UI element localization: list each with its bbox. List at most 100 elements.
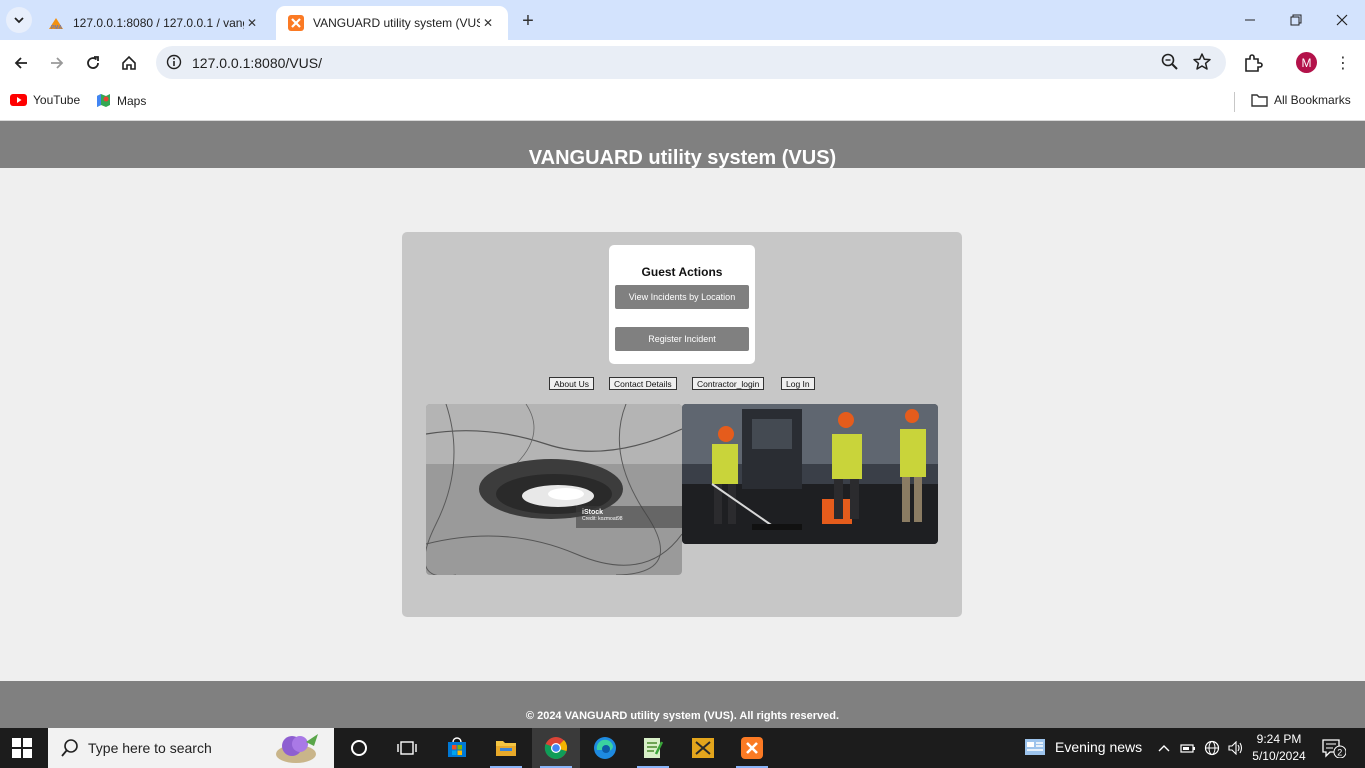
back-button[interactable]	[7, 49, 35, 77]
store-button[interactable]	[433, 728, 481, 768]
tab-phpmyadmin[interactable]: PMA 127.0.0.1:8080 / 127.0.0.1 / vanguar…	[36, 6, 272, 40]
notification-count: 2	[1337, 748, 1342, 758]
notepad-button[interactable]	[629, 728, 677, 768]
new-tab-button[interactable]: +	[516, 9, 540, 33]
tab-vus[interactable]: VANGUARD utility system (VUS) ✕	[276, 6, 508, 40]
pothole-photo: iStock Credit: kozmoat98	[426, 404, 682, 575]
close-icon[interactable]: ✕	[480, 15, 496, 31]
reload-icon	[87, 56, 99, 69]
about-us-button[interactable]: About Us	[549, 377, 594, 390]
bookmarks-separator	[1234, 92, 1235, 112]
home-button[interactable]	[115, 49, 143, 77]
contact-details-button[interactable]: Contact Details	[609, 377, 677, 390]
guest-actions-box: Guest Actions View Incidents by Location…	[609, 245, 755, 364]
folder-icon	[1251, 93, 1268, 107]
home-icon	[122, 55, 136, 70]
notepad-icon	[644, 738, 664, 758]
bookmark-label: Maps	[117, 93, 147, 108]
bookmark-maps[interactable]: Maps	[96, 93, 146, 108]
battery-icon[interactable]	[1179, 740, 1197, 756]
bookmarks-bar: YouTube Maps All Bookmarks	[0, 85, 1365, 121]
chevron-down-icon	[14, 17, 24, 24]
news-label: Evening news	[1055, 739, 1143, 755]
filezilla-button[interactable]	[679, 728, 727, 768]
taskbar-search[interactable]: Type here to search	[48, 728, 334, 768]
tab-strip: PMA 127.0.0.1:8080 / 127.0.0.1 / vanguar…	[0, 0, 1365, 40]
extensions-icon[interactable]	[1242, 52, 1264, 74]
bookmark-label: YouTube	[33, 93, 81, 107]
credit-text: Credit: kozmoat98	[582, 516, 623, 522]
footer-text: © 2024 VANGUARD utility system (VUS). Al…	[525, 710, 840, 722]
windows-taskbar: Type here to search Evening news 9:24 PM…	[0, 728, 1365, 768]
store-icon	[448, 737, 466, 757]
browser-toolbar: 127.0.0.1:8080/VUS/ M ⋮	[0, 40, 1365, 85]
arrow-right-icon	[51, 57, 64, 69]
chrome-icon	[544, 737, 568, 759]
zoom-icon[interactable]	[1160, 52, 1180, 72]
system-clock[interactable]: 9:24 PM 5/10/2024	[1250, 731, 1308, 765]
network-globe-icon[interactable]	[1203, 740, 1221, 756]
close-window-button[interactable]	[1319, 0, 1365, 40]
reload-button[interactable]	[79, 49, 107, 77]
chevron-up-icon[interactable]	[1155, 740, 1173, 756]
register-incident-button[interactable]: Register Incident	[615, 327, 749, 351]
page-content: VANGUARD utility system (VUS) Guest Acti…	[0, 121, 1365, 728]
task-view-icon	[397, 741, 417, 755]
folder-icon	[496, 741, 516, 756]
edge-icon	[594, 737, 616, 759]
clock-date: 5/10/2024	[1252, 749, 1306, 763]
bookmark-star-icon[interactable]	[1192, 52, 1212, 72]
phpmyadmin-icon: PMA	[48, 15, 64, 31]
site-header: VANGUARD utility system (VUS)	[0, 121, 1365, 169]
search-placeholder: Type here to search	[88, 740, 212, 756]
road-workers-photo	[682, 404, 938, 544]
forward-button[interactable]	[43, 49, 71, 77]
url-text[interactable]: 127.0.0.1:8080/VUS/	[192, 55, 322, 71]
search-icon	[60, 738, 80, 758]
news-widget[interactable]: Evening news	[1024, 738, 1142, 756]
address-bar[interactable]: 127.0.0.1:8080/VUS/	[156, 46, 1226, 79]
main-panel: Guest Actions View Incidents by Location…	[402, 232, 962, 617]
xampp-icon	[741, 737, 763, 759]
guest-actions-title: Guest Actions	[641, 265, 723, 279]
contractor-login-button[interactable]: Contractor_login	[692, 377, 765, 390]
bookmark-youtube[interactable]: YouTube	[10, 93, 80, 107]
windows-start-icon[interactable]	[12, 738, 32, 758]
tab-title: 127.0.0.1:8080 / 127.0.0.1 / vanguard	[73, 16, 244, 30]
xampp-button[interactable]	[728, 728, 776, 768]
svg-text:PMA: PMA	[51, 25, 63, 30]
cortana-icon	[351, 740, 367, 756]
tab-title: VANGUARD utility system (VUS)	[313, 16, 480, 30]
credit-brand: iStock	[582, 509, 604, 516]
app-icon	[692, 738, 714, 758]
maps-icon	[96, 93, 111, 108]
restore-button[interactable]	[1273, 0, 1319, 40]
nav-links: About Us Contact Details Contractor_logi…	[402, 377, 962, 391]
profile-avatar[interactable]: M	[1296, 52, 1317, 73]
site-footer: © 2024 VANGUARD utility system (VUS). Al…	[0, 681, 1365, 728]
arrow-left-icon	[14, 57, 27, 69]
youtube-icon	[10, 94, 27, 106]
site-info-icon[interactable]	[164, 52, 184, 72]
page-title: VANGUARD utility system (VUS)	[528, 147, 837, 169]
notification-center-icon[interactable]: 2	[1322, 738, 1347, 759]
photo-credit: iStock Credit: kozmoat98	[576, 506, 682, 528]
xampp-icon	[288, 15, 304, 31]
chrome-button[interactable]	[532, 728, 580, 768]
login-button[interactable]: Log In	[781, 377, 815, 390]
minimize-button[interactable]	[1227, 0, 1273, 40]
edge-button[interactable]	[581, 728, 629, 768]
tab-search-button[interactable]	[6, 7, 32, 33]
task-view-button[interactable]	[383, 728, 431, 768]
all-bookmarks-button[interactable]: All Bookmarks	[1251, 93, 1351, 107]
search-highlight-icon	[274, 732, 324, 764]
more-menu-icon[interactable]: ⋮	[1334, 52, 1352, 74]
close-icon[interactable]: ✕	[244, 15, 260, 31]
all-bookmarks-label: All Bookmarks	[1274, 93, 1351, 107]
cortana-button[interactable]	[335, 728, 383, 768]
news-icon	[1024, 738, 1046, 756]
view-incidents-button[interactable]: View Incidents by Location	[615, 285, 749, 309]
speaker-icon[interactable]	[1227, 740, 1245, 756]
clock-time: 9:24 PM	[1256, 732, 1302, 746]
file-explorer-button[interactable]	[482, 728, 530, 768]
